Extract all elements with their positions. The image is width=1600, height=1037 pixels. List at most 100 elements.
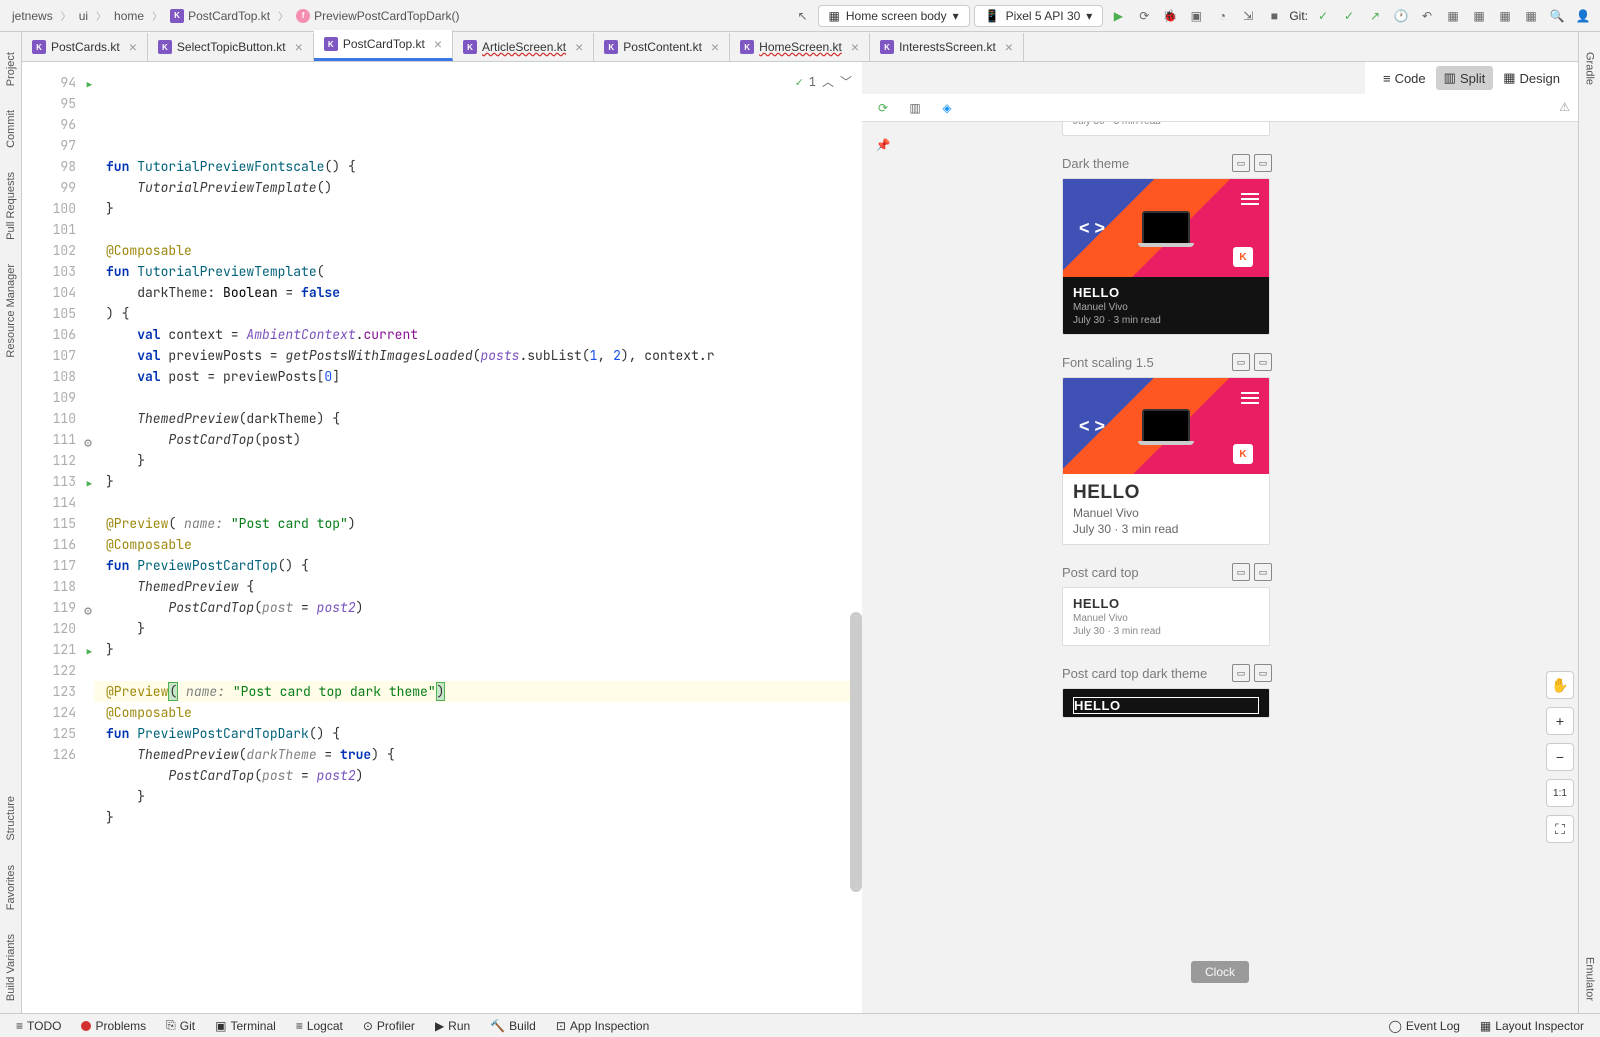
- zoom-out-button[interactable]: −: [1546, 743, 1574, 771]
- line-number[interactable]: 114: [22, 492, 94, 513]
- code-line[interactable]: }: [94, 786, 862, 807]
- chevron-down-icon[interactable]: ﹀: [840, 72, 852, 93]
- preview-card[interactable]: < >KHELLOManuel VivoJuly 30 · 3 min read: [1062, 377, 1270, 545]
- breadcrumb-file[interactable]: KPostCardTop.kt: [164, 7, 276, 25]
- code-line[interactable]: val post = previewPosts[0]: [94, 366, 862, 387]
- code-line[interactable]: [94, 828, 862, 849]
- code-line[interactable]: }: [94, 807, 862, 828]
- line-number[interactable]: 106: [22, 324, 94, 345]
- line-number[interactable]: 112: [22, 450, 94, 471]
- line-number[interactable]: 123: [22, 681, 94, 702]
- deploy-preview-button[interactable]: ▭: [1232, 664, 1250, 682]
- code-line[interactable]: fun TutorialPreviewFontscale() {: [94, 156, 862, 177]
- editor-tab[interactable]: KPostContent.kt×: [594, 33, 730, 61]
- tool-build-variants[interactable]: Build Variants: [5, 922, 17, 1013]
- code-line[interactable]: PostCardTop(post = post2): [94, 597, 862, 618]
- interactive-preview-button[interactable]: ◈: [936, 97, 958, 119]
- line-number[interactable]: 125: [22, 723, 94, 744]
- code-line[interactable]: }: [94, 639, 862, 660]
- run-gutter-icon[interactable]: ▶: [78, 474, 92, 488]
- vcs-update-button[interactable]: ✓: [1312, 5, 1334, 27]
- code-line[interactable]: @Preview( name: "Post card top dark them…: [94, 681, 862, 702]
- code-line[interactable]: ) {: [94, 303, 862, 324]
- todo-tool[interactable]: ≡ TODO: [8, 1019, 69, 1033]
- line-number[interactable]: 102: [22, 240, 94, 261]
- tool-structure[interactable]: Structure: [5, 784, 17, 853]
- event-log-tool[interactable]: ◯ Event Log: [1380, 1019, 1467, 1033]
- line-number[interactable]: 124: [22, 702, 94, 723]
- code-line[interactable]: ThemedPreview(darkTheme) {: [94, 408, 862, 429]
- pan-button[interactable]: ✋: [1546, 671, 1574, 699]
- deploy-preview-button[interactable]: ▭: [1232, 154, 1250, 172]
- code-line[interactable]: [94, 660, 862, 681]
- tool-pull-requests[interactable]: Pull Requests: [5, 160, 17, 252]
- animation-preview-button[interactable]: ▭: [1254, 664, 1272, 682]
- tool-commit[interactable]: Commit: [5, 98, 17, 160]
- code-line[interactable]: @Composable: [94, 240, 862, 261]
- line-number[interactable]: 99: [22, 177, 94, 198]
- preview-mode-button[interactable]: ▥: [904, 97, 926, 119]
- code-line[interactable]: TutorialPreviewTemplate(): [94, 177, 862, 198]
- code-line[interactable]: val previewPosts = getPostsWithImagesLoa…: [94, 345, 862, 366]
- vcs-commit-button[interactable]: ✓: [1338, 5, 1360, 27]
- close-icon[interactable]: ×: [295, 39, 303, 55]
- code-line[interactable]: PostCardTop(post = post2): [94, 765, 862, 786]
- code-line[interactable]: PostCardTop(post): [94, 429, 862, 450]
- line-number[interactable]: 109: [22, 387, 94, 408]
- zoom-fit-button[interactable]: 1:1: [1546, 779, 1574, 807]
- tool-project[interactable]: Project: [5, 40, 17, 98]
- warning-icon[interactable]: ⚠: [1559, 100, 1570, 114]
- profiler-button[interactable]: ◔: [1211, 5, 1233, 27]
- refresh-preview-button[interactable]: ⟳: [872, 97, 894, 119]
- line-number[interactable]: 107: [22, 345, 94, 366]
- code-line[interactable]: @Composable: [94, 534, 862, 555]
- profiler-tool[interactable]: ⊙ Profiler: [355, 1019, 423, 1033]
- editor-tab[interactable]: KPostCardTop.kt×: [314, 30, 453, 61]
- layout-inspector-tool[interactable]: ▦ Layout Inspector: [1472, 1019, 1592, 1033]
- code-line[interactable]: ThemedPreview {: [94, 576, 862, 597]
- history-button[interactable]: 🕐: [1390, 5, 1412, 27]
- settings-button[interactable]: ▦: [1520, 5, 1542, 27]
- split-view-button[interactable]: ▥ Split: [1436, 66, 1494, 90]
- zoom-reset-button[interactable]: ⛶: [1546, 815, 1574, 843]
- line-number[interactable]: 126: [22, 744, 94, 765]
- code-line[interactable]: }: [94, 471, 862, 492]
- tool-emulator[interactable]: Emulator: [1584, 945, 1596, 1013]
- debug-button[interactable]: 🐞: [1159, 5, 1181, 27]
- editor-tab[interactable]: KPostCards.kt×: [22, 33, 148, 61]
- attach-debugger-button[interactable]: ⇲: [1237, 5, 1259, 27]
- line-number[interactable]: 120: [22, 618, 94, 639]
- line-number[interactable]: 119⚙: [22, 597, 94, 618]
- preview-card[interactable]: HELLO: [1062, 688, 1270, 718]
- editor-tab[interactable]: KInterestsScreen.kt×: [870, 33, 1024, 61]
- deploy-preview-button[interactable]: ▭: [1232, 353, 1250, 371]
- deploy-preview-button[interactable]: ▭: [1232, 563, 1250, 581]
- preview-card[interactable]: Manuel VivoJuly 30 · 3 min read: [1062, 122, 1270, 136]
- logcat-tool[interactable]: ≡ Logcat: [288, 1019, 351, 1033]
- breadcrumb-function[interactable]: fPreviewPostCardTopDark(): [290, 7, 465, 25]
- inspection-widget[interactable]: ✓ 1 ︿ ﹀: [796, 72, 852, 93]
- avd-manager-button[interactable]: ▦: [1442, 5, 1464, 27]
- tool-gradle[interactable]: Gradle: [1584, 40, 1596, 97]
- vcs-push-button[interactable]: ↗: [1364, 5, 1386, 27]
- app-inspection-tool[interactable]: ⊡ App Inspection: [548, 1019, 657, 1033]
- run-button[interactable]: ▶: [1107, 5, 1129, 27]
- line-number[interactable]: 98: [22, 156, 94, 177]
- code-line[interactable]: }: [94, 618, 862, 639]
- terminal-tool[interactable]: ▣ Terminal: [207, 1019, 284, 1033]
- code-editor[interactable]: 94▶9596979899100101102103104105106107108…: [22, 62, 862, 1013]
- code-line[interactable]: [94, 387, 862, 408]
- code-line[interactable]: [94, 492, 862, 513]
- code-line[interactable]: @Composable: [94, 702, 862, 723]
- coverage-button[interactable]: ▣: [1185, 5, 1207, 27]
- close-icon[interactable]: ×: [711, 39, 719, 55]
- rollback-button[interactable]: ↶: [1416, 5, 1438, 27]
- animation-preview-button[interactable]: ▭: [1254, 353, 1272, 371]
- animation-preview-button[interactable]: ▭: [1254, 563, 1272, 581]
- line-number[interactable]: 113▶: [22, 471, 94, 492]
- close-icon[interactable]: ×: [851, 39, 859, 55]
- code-line[interactable]: darkTheme: Boolean = false: [94, 282, 862, 303]
- line-number[interactable]: 104: [22, 282, 94, 303]
- code-view-button[interactable]: ≡ Code: [1375, 67, 1434, 90]
- stop-button[interactable]: ■: [1263, 5, 1285, 27]
